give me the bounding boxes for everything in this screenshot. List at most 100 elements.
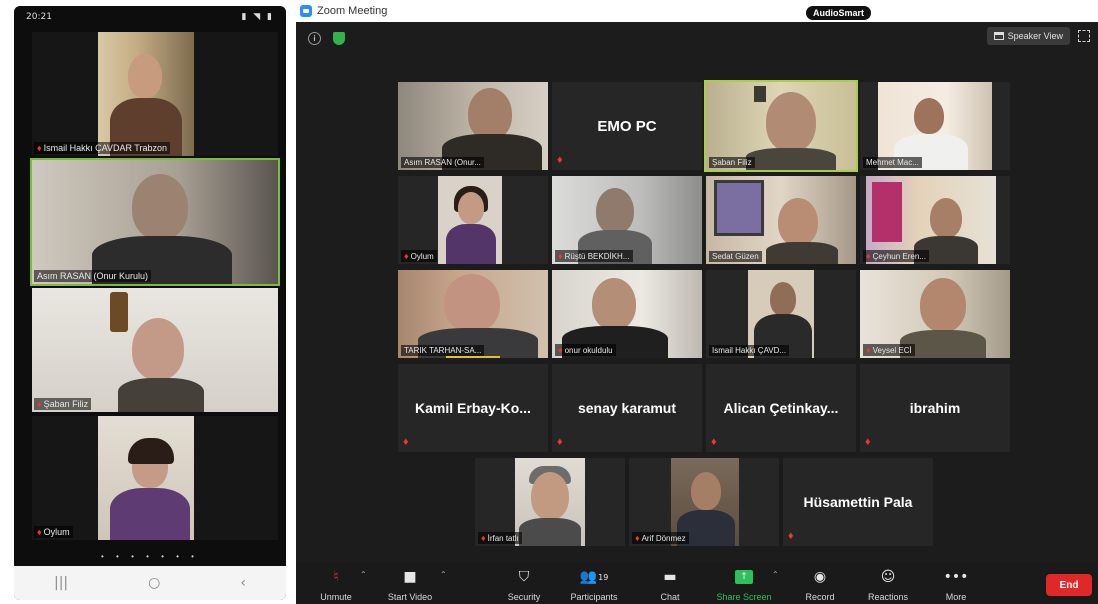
background-object <box>754 86 766 102</box>
encryption-shield-icon[interactable] <box>333 32 345 45</box>
participant-tile[interactable]: senay karamut ♦ <box>552 364 702 452</box>
wall-clock <box>110 292 128 332</box>
phone-tile-active-speaker[interactable]: Asım RASAN (Onur Kurulu) <box>30 158 280 286</box>
participant-face <box>920 278 966 332</box>
record-icon: ◉ <box>813 569 827 585</box>
participant-face <box>444 274 500 332</box>
meeting-info-icons: i <box>308 32 345 45</box>
participant-tile[interactable]: Kamil Erbay-Ko... ♦ <box>398 364 548 452</box>
participants-icon: 👥 19 <box>579 569 609 585</box>
participant-tile[interactable]: ♦ Oylum <box>398 176 548 264</box>
zoom-desktop-window: Zoom Meeting AudioSmart i Speaker View A… <box>296 0 1098 604</box>
meeting-toolbar: ♮ Unmute ⌃ ■ Start Video ⌃ ⛉ Security 👥 1… <box>296 562 1098 604</box>
more-icon: ••• <box>943 569 969 585</box>
window-title: Zoom Meeting <box>317 5 388 17</box>
participant-face <box>128 54 162 98</box>
participant-name-display: senay karamut <box>577 400 677 416</box>
participant-name-label: Mehmet Mac... <box>863 157 922 168</box>
recent-apps-button[interactable]: ||| <box>54 575 68 591</box>
participant-body <box>110 488 190 540</box>
participant-name-label: Sedat Güzen <box>709 251 762 262</box>
mic-muted-icon: ♦ <box>711 436 717 448</box>
participant-tile[interactable]: Ismail Hakkı ÇAVD... <box>706 270 856 358</box>
record-button[interactable]: ◉ Record <box>788 566 852 602</box>
participant-name-label: Şaban Filiz <box>709 157 755 168</box>
participant-tile[interactable]: TARIK TARHAN-SA... <box>398 270 548 358</box>
participant-tile[interactable]: EMO PC ♦ <box>552 82 702 170</box>
participant-name-label: Asım RASAN (Onur Kurulu) <box>34 270 152 282</box>
participant-face <box>596 188 634 234</box>
more-button[interactable]: ••• More <box>924 566 988 602</box>
participant-tile[interactable]: Asım RASAN (Onur... <box>398 82 548 170</box>
participant-name-label: Ismail Hakkı ÇAVD... <box>709 345 790 356</box>
participant-tile[interactable]: ♦ Rüştü BEKDİKH... <box>552 176 702 264</box>
speaker-view-button[interactable]: Speaker View <box>986 27 1070 45</box>
participant-tile[interactable]: Mehmet Mac... <box>860 82 1010 170</box>
participant-body <box>118 378 204 412</box>
participant-tile[interactable]: Sedat Güzen <box>706 176 856 264</box>
participant-tile[interactable]: ♦ Çeyhun Eren... <box>860 176 1010 264</box>
participant-face <box>132 318 184 380</box>
mic-muted-icon: ♦ <box>866 345 871 355</box>
participant-name-label: ♦ Ismail Hakkı ÇAVDAR Trabzon <box>34 142 170 154</box>
phone-screen: 20:21 ▮ ◥ ▮ ♦ Ismail Hakkı ÇAVDAR Trabzon… <box>14 6 286 600</box>
participant-body <box>746 148 836 170</box>
participant-name-display: EMO PC <box>597 117 657 135</box>
mic-muted-icon: ♦ <box>37 527 42 537</box>
participant-tile[interactable]: ♦ Arif Dönmez <box>629 458 779 546</box>
mic-muted-icon: ♦ <box>788 530 794 542</box>
video-options-caret-icon[interactable]: ⌃ <box>440 570 447 579</box>
home-button[interactable]: ○ <box>148 575 160 591</box>
reactions-button[interactable]: ☺ Reactions <box>856 566 920 602</box>
participant-face <box>592 278 636 330</box>
participant-tile[interactable]: Alican Çetinkay... ♦ <box>706 364 856 452</box>
participant-face <box>458 192 484 224</box>
participant-face <box>691 472 721 510</box>
audio-options-caret-icon[interactable]: ⌃ <box>360 570 367 579</box>
participant-face <box>778 198 818 246</box>
participant-name-display: Hüsamettin Pala <box>803 494 913 510</box>
participant-face <box>770 282 796 316</box>
mic-muted-icon: ♦ <box>866 251 871 261</box>
participant-name-label: ♦ Veysel ECİ <box>863 344 915 356</box>
share-screen-button[interactable]: ↑ Share Screen <box>712 566 776 602</box>
chat-button[interactable]: ▬ Chat <box>638 566 702 602</box>
phone-tile[interactable]: ♦ Oylum <box>32 416 278 540</box>
participant-name-label: ♦ Şaban Filiz <box>34 398 92 410</box>
mic-muted-icon: ♦ <box>557 436 563 448</box>
mic-muted-icon: ♦ <box>635 533 640 543</box>
participant-name-display: ibrahim <box>909 400 961 416</box>
participant-face <box>766 92 816 152</box>
participant-tile-active-speaker[interactable]: Şaban Filiz <box>704 80 858 172</box>
participant-tile[interactable]: ♦ onur okuldulu <box>552 270 702 358</box>
participant-tile[interactable]: Hüsamettin Pala ♦ <box>783 458 933 546</box>
phone-tile[interactable]: ♦ Şaban Filiz <box>32 288 278 412</box>
phone-status-bar: 20:21 ▮ ◥ ▮ <box>14 6 286 28</box>
participant-tile[interactable]: ♦ Veysel ECİ <box>860 270 1010 358</box>
meeting-info-icon[interactable]: i <box>308 32 321 45</box>
participant-face <box>468 88 512 140</box>
participant-name-display: Kamil Erbay-Ko... <box>415 400 531 416</box>
mic-muted-icon: ♦ <box>404 251 409 261</box>
phone-tile[interactable]: ♦ Ismail Hakkı ÇAVDAR Trabzon <box>32 32 278 156</box>
start-video-button[interactable]: ■ Start Video <box>378 566 442 602</box>
screenshot-root: 20:21 ▮ ◥ ▮ ♦ Ismail Hakkı ÇAVDAR Trabzon… <box>0 0 1098 604</box>
mic-muted-icon: ♦ <box>558 251 563 261</box>
mic-muted-icon: ♦ <box>558 345 563 355</box>
page-indicator-dots[interactable]: • • • • • • • <box>14 552 286 561</box>
chat-bubble-icon: ▬ <box>663 569 677 585</box>
participant-face <box>132 174 188 240</box>
participant-tile[interactable]: ♦ İrfan tatlı <box>475 458 625 546</box>
unmute-button[interactable]: ♮ Unmute <box>304 566 368 602</box>
participant-body <box>446 224 496 264</box>
share-options-caret-icon[interactable]: ⌃ <box>772 570 779 579</box>
participant-tile[interactable]: ibrahim ♦ <box>860 364 1010 452</box>
share-screen-icon: ↑ <box>735 570 753 584</box>
fullscreen-icon[interactable] <box>1078 30 1090 42</box>
participant-name-label: ♦ Oylum <box>34 526 73 538</box>
participant-name-label: ♦ İrfan tatlı <box>478 532 522 544</box>
participants-button[interactable]: 👥 19 Participants <box>562 566 626 602</box>
end-meeting-button[interactable]: End <box>1046 574 1092 596</box>
security-button[interactable]: ⛉ Security <box>492 566 556 602</box>
back-button[interactable]: ‹ <box>240 575 246 591</box>
